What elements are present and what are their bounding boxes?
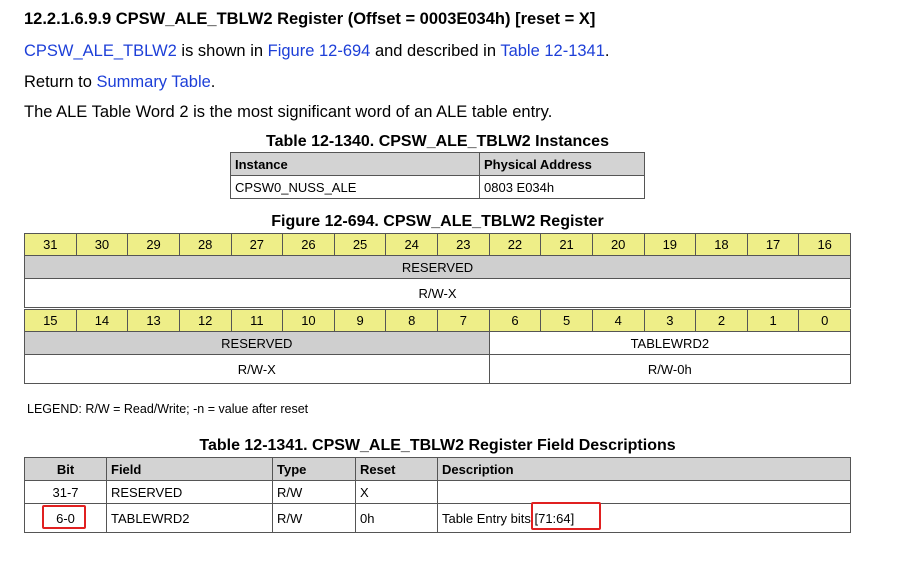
bit-number: 10	[282, 309, 335, 332]
physical-address-cell: 0803 E034h	[479, 175, 645, 199]
lower-bit-row: 15 14 13 12 11 10 9 8 7 6 5 4 3 2 1 0	[24, 309, 851, 332]
header-bit: Bit	[24, 457, 107, 481]
description-cell	[437, 480, 851, 504]
bit-number: 15	[24, 309, 77, 332]
bit-number: 23	[437, 233, 490, 256]
instances-header-instance: Instance	[230, 152, 480, 176]
instances-table-caption: Table 12-1340. CPSW_ALE_TBLW2 Instances	[266, 133, 609, 150]
entry-bits-highlight-box	[531, 502, 601, 530]
bit-number: 22	[488, 233, 542, 256]
bit-number: 9	[333, 309, 387, 332]
header-type: Type	[272, 457, 356, 481]
register-upper-half: 31 30 29 28 27 26 25 24 23 22 21 20 19 1…	[24, 233, 851, 308]
return-prefix: Return to	[24, 73, 97, 91]
register-lower-half: 15 14 13 12 11 10 9 8 7 6 5 4 3 2 1 0 RE…	[24, 309, 852, 384]
bit-number: 28	[178, 233, 232, 256]
header-field: Field	[106, 457, 273, 481]
intro-text-1: is shown in	[176, 42, 268, 60]
return-paragraph: Return to Summary Table.	[24, 73, 215, 92]
bit-range-highlight-box	[42, 505, 86, 529]
type-cell: R/W	[272, 480, 356, 504]
instances-header-row: Instance Physical Address	[230, 152, 645, 176]
figure-link[interactable]: Figure 12-694	[268, 42, 371, 60]
bit-number: 17	[746, 233, 800, 256]
upper-access-cell: R/W-X	[24, 278, 851, 308]
tablewrd2-access: R/W-0h	[488, 354, 852, 384]
bit-number: 24	[385, 233, 438, 256]
upper-reserved-field: RESERVED	[24, 255, 851, 279]
bit-number: 27	[230, 233, 284, 256]
bit-number: 14	[75, 309, 129, 332]
bit-number: 16	[798, 233, 851, 256]
return-suffix: .	[210, 73, 216, 91]
bit-number: 5	[540, 309, 593, 332]
bit-number: 20	[591, 233, 645, 256]
upper-bit-row: 31 30 29 28 27 26 25 24 23 22 21 20 19 1…	[24, 233, 851, 256]
bit-number: 3	[643, 309, 697, 332]
bit-number: 0	[798, 309, 851, 332]
table-link[interactable]: Table 12-1341	[500, 42, 605, 60]
instance-name-cell: CPSW0_NUSS_ALE	[230, 175, 480, 199]
type-cell: R/W	[272, 503, 356, 533]
bit-number: 19	[643, 233, 697, 256]
bit-number: 8	[385, 309, 438, 332]
reset-cell: 0h	[355, 503, 438, 533]
header-reset: Reset	[355, 457, 438, 481]
field-descriptions-table: Bit Field Type Reset Description 31-7 RE…	[24, 457, 851, 533]
intro-paragraph: CPSW_ALE_TBLW2 is shown in Figure 12-694…	[24, 42, 610, 61]
field-cell: RESERVED	[106, 480, 273, 504]
intro-period: .	[604, 42, 610, 60]
field-table-caption: Table 12-1341. CPSW_ALE_TBLW2 Register F…	[199, 437, 676, 454]
lower-access-row: R/W-X R/W-0h	[24, 354, 852, 384]
bit-number: 29	[127, 233, 180, 256]
instances-table: Instance Physical Address CPSW0_NUSS_ALE…	[230, 152, 645, 199]
bit-number: 7	[437, 309, 490, 332]
upper-access-row: R/W-X	[24, 278, 851, 308]
bit-number: 12	[178, 309, 232, 332]
table-row: 31-7 RESERVED R/W X	[24, 480, 851, 504]
register-link[interactable]: CPSW_ALE_TBLW2	[24, 42, 177, 60]
register-legend: LEGEND: R/W = Read/Write; -n = value aft…	[27, 402, 309, 416]
section-heading: 12.2.1.6.9.9 CPSW_ALE_TBLW2 Register (Of…	[24, 10, 596, 28]
bit-number: 1	[746, 309, 800, 332]
bit-number: 25	[333, 233, 387, 256]
field-cell: TABLEWRD2	[106, 503, 273, 533]
bit-number: 21	[540, 233, 593, 256]
field-header-row: Bit Field Type Reset Description	[24, 457, 851, 481]
bit-number: 11	[230, 309, 284, 332]
intro-text-2: and described in	[370, 42, 501, 60]
instances-header-address: Physical Address	[479, 152, 645, 176]
bit-number: 2	[695, 309, 748, 332]
bit-number: 4	[591, 309, 645, 332]
bit-number: 26	[282, 233, 335, 256]
upper-field-row: RESERVED	[24, 255, 851, 279]
bit-number: 31	[24, 233, 77, 256]
description-paragraph: The ALE Table Word 2 is the most signifi…	[24, 103, 553, 121]
table-row: CPSW0_NUSS_ALE 0803 E034h	[230, 175, 645, 199]
bit-number: 13	[127, 309, 180, 332]
bit-cell: 31-7	[24, 480, 107, 504]
bit-number: 18	[695, 233, 748, 256]
summary-table-link[interactable]: Summary Table	[96, 73, 210, 91]
register-figure-caption: Figure 12-694. CPSW_ALE_TBLW2 Register	[271, 213, 604, 230]
bit-number: 30	[75, 233, 129, 256]
lower-field-row: RESERVED TABLEWRD2	[24, 331, 852, 355]
table-row: 6-0 TABLEWRD2 R/W 0h Table Entry bits [7…	[24, 503, 851, 533]
header-description: Description	[437, 457, 851, 481]
lower-reserved-access: R/W-X	[24, 354, 490, 384]
tablewrd2-field: TABLEWRD2	[488, 331, 852, 355]
reset-cell: X	[355, 480, 438, 504]
description-cell: Table Entry bits [71:64]	[437, 503, 851, 533]
lower-reserved-field: RESERVED	[24, 331, 490, 355]
bit-number: 6	[488, 309, 542, 332]
